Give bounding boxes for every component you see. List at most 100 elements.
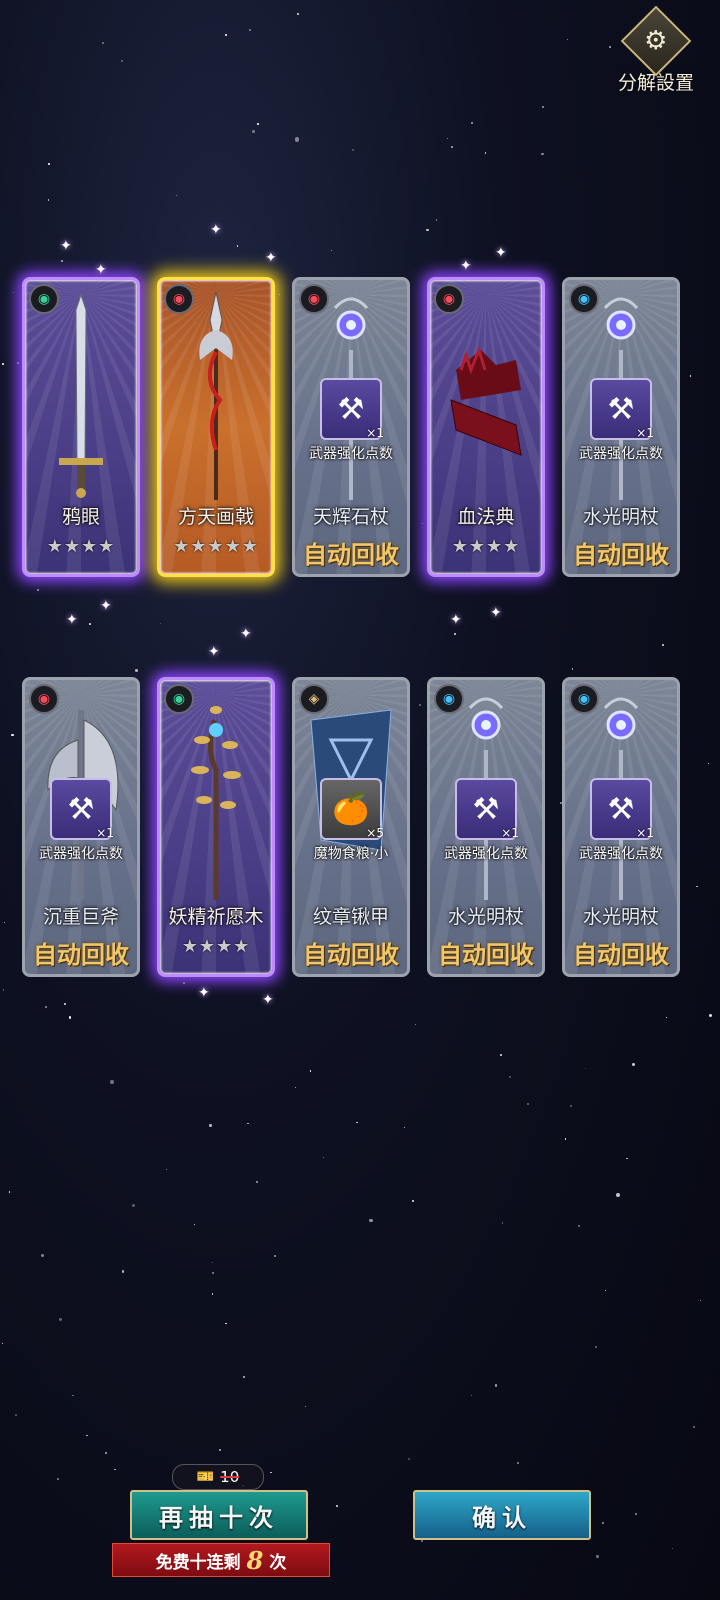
star (175, 194, 177, 196)
weapon-name: 鸦眼 (61, 506, 100, 528)
reward-quantity: ×1 (636, 426, 654, 440)
star (47, 199, 50, 202)
star (419, 704, 421, 706)
star-rating: ★★★★ (46, 536, 116, 557)
star (273, 1255, 276, 1258)
weapon-name: 妖精祈愿木 (168, 906, 264, 928)
gacha-result-card[interactable]: ◈ 纹章锹甲 自动回收 🍊 ×5 魔物食粮·小 (292, 677, 410, 977)
star (165, 1168, 168, 1171)
star (295, 1086, 297, 1088)
recycle-reward: ⚒ ×1 武器强化点数 (565, 378, 677, 465)
gacha-result-card[interactable]: ◉ 方天画戟 ★★★★★ (157, 277, 275, 577)
free-draws-count: 8 (246, 1545, 264, 1575)
star (16, 361, 20, 365)
star (57, 1478, 59, 1480)
sparkle-icon: ✦ (100, 598, 112, 614)
sparkle-icon: ✦ (265, 250, 277, 266)
star (436, 219, 438, 221)
free-draws-remaining-banner: 免费十连剩 8 次 (112, 1543, 330, 1577)
gacha-result-card[interactable]: ◉ 沉重巨斧 自动回收 ⚒ ×1 武器强化点数 (22, 677, 140, 977)
star (451, 146, 453, 148)
weapon-name: 水光明杖 (582, 506, 659, 528)
star (542, 106, 544, 109)
gacha-result-card[interactable]: ◉ 水光明杖 自动回收 ⚒ ×1 武器强化点数 (427, 677, 545, 977)
star (3, 921, 5, 923)
star (517, 1461, 520, 1464)
element-water-icon: ◉ (569, 284, 599, 314)
recycle-reward: ⚒ ×1 武器强化点数 (430, 778, 542, 865)
star (211, 1272, 214, 1275)
star-rating: ★★★★ (181, 936, 251, 957)
gacha-result-card[interactable]: ◉ 水光明杖 自动回收 ⚒ ×1 武器强化点数 (562, 677, 680, 977)
recycle-reward: ⚒ ×1 武器强化点数 (25, 778, 137, 865)
star (295, 137, 300, 142)
weapon-name: 血法典 (457, 506, 515, 528)
element-earth-icon: ◈ (299, 684, 329, 714)
gacha-result-card[interactable]: ◉ 血法典 ★★★★ (427, 277, 545, 577)
confirm-button[interactable]: 确认 (413, 1490, 591, 1540)
element-water-icon: ◉ (569, 684, 599, 714)
gacha-result-card[interactable]: ◉ 水光明杖 自动回收 ⚒ ×1 武器强化点数 (562, 277, 680, 577)
reward-quantity: ×5 (366, 826, 384, 840)
auto-recycle-label: 自动回收 (33, 941, 129, 969)
star (426, 228, 429, 232)
star (414, 1024, 416, 1026)
star (13, 291, 14, 293)
star (616, 1192, 621, 1198)
star (501, 1222, 504, 1224)
element-fire-icon: ◉ (434, 284, 464, 314)
star (193, 1223, 195, 1225)
sparkle-icon: ✦ (240, 626, 252, 642)
draw-ten-again-button[interactable]: 再抽十次 (130, 1490, 308, 1540)
star (470, 122, 473, 125)
star (499, 1053, 502, 1056)
reward-quantity: ×1 (501, 826, 519, 840)
sparkle-icon: ✦ (95, 262, 107, 278)
element-fire-icon: ◉ (164, 284, 194, 314)
star (412, 1199, 415, 1202)
star (120, 59, 123, 62)
free-draws-suffix: 次 (269, 1552, 287, 1573)
reward-name: 武器强化点数 (309, 446, 393, 462)
auto-recycle-label: 自动回收 (303, 541, 399, 569)
star (45, 1006, 47, 1009)
gacha-result-card[interactable]: ◉ 妖精祈愿木 ★★★★ (157, 677, 275, 977)
star (257, 123, 259, 125)
star (2, 1343, 4, 1345)
star (255, 1180, 258, 1183)
star-rating: ★★★★ (451, 536, 521, 557)
star (37, 588, 40, 592)
star (225, 34, 228, 37)
star (566, 39, 568, 41)
star (218, 1448, 221, 1451)
ticket-icon: 🎫 (196, 1469, 215, 1485)
gacha-result-card[interactable]: ◉ 天辉石杖 自动回收 ⚒ ×1 武器强化点数 (292, 277, 410, 577)
recycle-reward: ⚒ ×1 武器强化点数 (565, 778, 677, 865)
star (11, 733, 14, 737)
star (2, 362, 5, 365)
star (60, 260, 63, 263)
star (322, 1156, 324, 1158)
star (72, 1394, 74, 1396)
star (470, 1394, 473, 1397)
star (369, 1218, 373, 1223)
star (403, 1126, 405, 1128)
decompose-settings-button[interactable]: ⚙ 分解設置 (610, 5, 702, 95)
star (249, 29, 252, 32)
star (689, 375, 692, 377)
star (64, 1003, 67, 1006)
star (541, 152, 544, 156)
anvil-icon: ⚒ ×1 (590, 778, 654, 840)
star (699, 1299, 702, 1302)
reward-quantity: ×1 (366, 426, 384, 440)
sparkle-icon: ✦ (66, 612, 78, 628)
auto-recycle-label: 自动回收 (438, 941, 534, 969)
star (662, 644, 665, 647)
star (9, 1191, 11, 1193)
gacha-result-card[interactable]: ◉ 鸦眼 ★★★★ (22, 277, 140, 577)
star (634, 1512, 637, 1515)
weapon-name: 纹章锹甲 (312, 906, 389, 928)
star (577, 1225, 580, 1228)
anvil-icon: ⚒ ×1 (590, 378, 654, 440)
reward-quantity: ×1 (636, 826, 654, 840)
